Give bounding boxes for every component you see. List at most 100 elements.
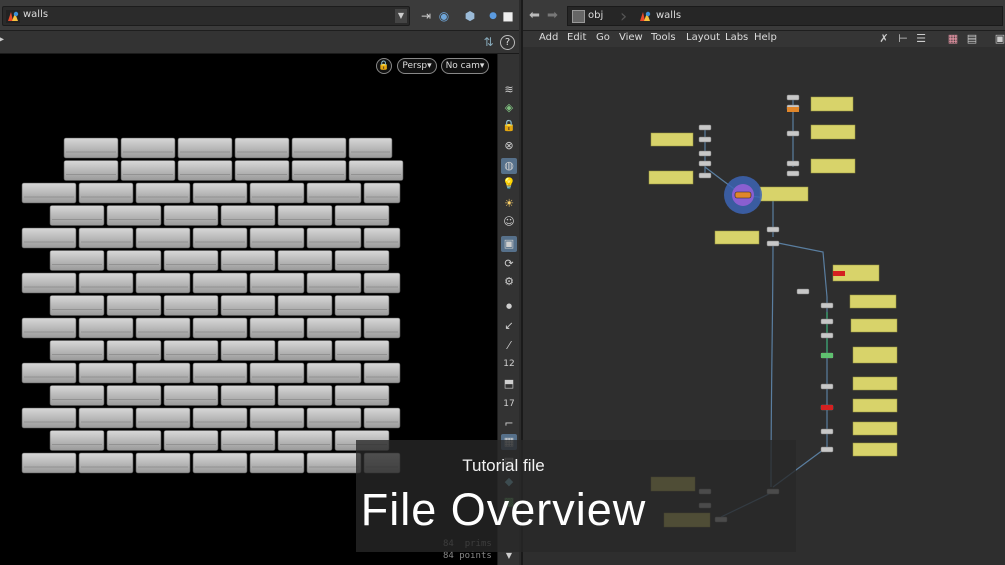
brick — [106, 205, 162, 226]
node[interactable] — [820, 428, 834, 435]
tile-icon[interactable]: ▣ — [993, 32, 1005, 46]
brick — [291, 137, 347, 159]
brick — [277, 430, 333, 451]
brick — [177, 137, 233, 159]
node-red[interactable] — [833, 271, 845, 276]
handle-icon[interactable]: ⟳ — [501, 256, 517, 272]
number-icon[interactable]: 12 — [501, 356, 517, 372]
brick — [21, 362, 77, 384]
node[interactable] — [820, 446, 834, 453]
node[interactable] — [786, 170, 800, 177]
node[interactable] — [698, 136, 712, 143]
shading-icon[interactable]: ◍ — [501, 158, 517, 174]
node[interactable] — [786, 94, 800, 101]
crumb-obj[interactable]: obj — [588, 10, 603, 21]
brick — [78, 362, 134, 384]
viewport-active-icon[interactable]: ▣ — [501, 236, 517, 252]
persp-menu[interactable]: Persp▾ — [397, 58, 437, 74]
menu-labs[interactable]: Labs — [725, 32, 748, 43]
menu-add[interactable]: Add — [539, 32, 558, 43]
menu-view[interactable]: View — [619, 32, 643, 43]
tree-icon[interactable]: ⊢ — [896, 32, 910, 46]
number-icon-2[interactable]: 17 — [501, 396, 517, 412]
menu-edit[interactable]: Edit — [567, 32, 586, 43]
brick — [78, 227, 134, 249]
line-icon[interactable]: ⁄ — [501, 338, 517, 354]
menu-help[interactable]: Help — [754, 32, 777, 43]
node[interactable] — [698, 160, 712, 167]
path-dropdown-icon[interactable]: ▼ — [395, 9, 407, 23]
brick — [63, 160, 119, 181]
brick — [21, 182, 77, 204]
sliders-icon[interactable]: ⇅ — [481, 35, 496, 50]
dot-menu-icon[interactable]: ● — [485, 8, 501, 24]
palette-icon[interactable]: ▦ — [946, 32, 960, 46]
sticky-note — [810, 96, 854, 112]
camera-menu[interactable]: No cam▾ — [441, 58, 489, 74]
light-2-icon[interactable]: ☀ — [501, 196, 517, 212]
brick — [277, 295, 333, 316]
brick — [277, 250, 333, 271]
brick — [49, 430, 105, 451]
node-orange[interactable] — [787, 107, 799, 112]
brick — [78, 452, 134, 474]
brick — [21, 227, 77, 249]
node[interactable] — [766, 240, 780, 247]
arrow-icon[interactable]: ↙ — [501, 318, 517, 334]
node[interactable] — [820, 383, 834, 390]
node[interactable] — [698, 124, 712, 131]
menu-tools[interactable]: Tools — [651, 32, 676, 43]
brick — [363, 272, 401, 294]
corner-icon[interactable]: ⌐ — [501, 416, 517, 432]
lock-camera-icon[interactable]: 🔒 — [376, 58, 392, 74]
node-selected[interactable] — [734, 191, 752, 199]
pin-icon[interactable]: ⇥ — [418, 8, 434, 24]
back-arrow-icon[interactable]: ⬅ — [529, 8, 540, 23]
crumb-walls[interactable]: walls — [656, 10, 681, 21]
node[interactable] — [796, 288, 810, 295]
lock-icon[interactable]: 🔒 — [501, 118, 517, 134]
node-green[interactable] — [821, 353, 833, 358]
node[interactable] — [820, 332, 834, 339]
path-field[interactable]: walls ▼ — [2, 6, 410, 26]
crumb-separator-icon: › — [620, 6, 628, 27]
brick — [249, 317, 305, 339]
node[interactable] — [766, 226, 780, 233]
sticky-note — [852, 376, 898, 391]
brick — [348, 160, 404, 181]
cube-icon[interactable]: ⬒ — [501, 376, 517, 392]
node[interactable] — [698, 150, 712, 157]
forward-arrow-icon[interactable]: ➡ — [547, 8, 558, 23]
node-red-2[interactable] — [821, 405, 833, 410]
help-icon[interactable]: ? — [500, 35, 515, 50]
light-icon[interactable]: 💡 — [501, 176, 517, 192]
network-path[interactable]: obj › walls — [567, 6, 1003, 27]
node[interactable] — [786, 160, 800, 167]
ghost-icon[interactable]: ⊗ — [501, 138, 517, 154]
display-options-icon[interactable]: ≋ — [501, 82, 517, 98]
brick — [192, 227, 248, 249]
brick — [135, 182, 191, 204]
brick — [106, 250, 162, 271]
dot-icon[interactable]: ● — [501, 298, 517, 314]
node[interactable] — [820, 318, 834, 325]
list-icon[interactable]: ☰ — [914, 32, 928, 46]
snapping-icon[interactable]: ◈ — [501, 100, 517, 116]
brick — [63, 137, 119, 159]
node[interactable] — [698, 172, 712, 179]
pose-icon[interactable]: ⚙ — [501, 274, 517, 290]
camera-icon[interactable]: ☺ — [501, 214, 517, 230]
brick — [334, 385, 390, 406]
brick — [306, 272, 362, 294]
sticky-note — [852, 346, 898, 364]
link-icon[interactable]: ◉ — [436, 8, 452, 24]
wrench-icon[interactable]: ✗ — [877, 32, 891, 46]
brick — [334, 205, 390, 226]
menu-go[interactable]: Go — [596, 32, 610, 43]
maximize-icon[interactable]: ■ — [500, 8, 516, 24]
menu-layout[interactable]: Layout — [686, 32, 720, 43]
node[interactable] — [786, 130, 800, 137]
cube-view-icon[interactable]: ⬢ — [462, 8, 478, 24]
node[interactable] — [820, 302, 834, 309]
grid-view-icon[interactable]: ▤ — [965, 32, 979, 46]
